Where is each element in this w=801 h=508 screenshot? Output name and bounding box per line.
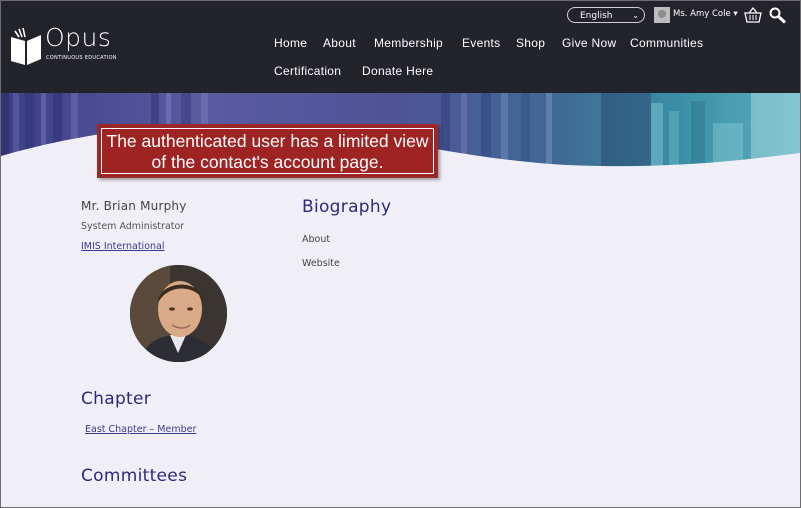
chapter-link[interactable]: East Chapter – Member	[85, 424, 196, 435]
annotation-callout: The authenticated user has a limited vie…	[97, 124, 438, 178]
site-header: Opus CONTINUOUS EDUCATION English ⌄ Ms. …	[1, 1, 800, 93]
chapter-heading: Chapter	[81, 389, 152, 409]
nav-certification[interactable]: Certification	[274, 64, 341, 78]
biography-heading: Biography	[302, 197, 392, 217]
contact-title: System Administrator	[81, 221, 185, 232]
user-menu[interactable]: Ms. Amy Cole ▾	[673, 9, 738, 19]
organization-link[interactable]: IMIS International	[81, 241, 164, 252]
profile-photo	[130, 265, 227, 362]
language-selected: English	[580, 11, 613, 21]
contact-name: Mr. Brian Murphy	[81, 199, 187, 213]
nav-communities[interactable]: Communities	[630, 36, 703, 50]
book-logo-icon	[11, 27, 41, 65]
nav-membership[interactable]: Membership	[374, 36, 443, 50]
user-avatar[interactable]	[654, 7, 670, 23]
nav-donate-here[interactable]: Donate Here	[362, 64, 433, 78]
nav-home[interactable]: Home	[274, 36, 307, 50]
logo-tagline: CONTINUOUS EDUCATION	[46, 55, 117, 61]
nav-about[interactable]: About	[323, 36, 356, 50]
opus-logo[interactable]: Opus CONTINUOUS EDUCATION	[9, 23, 119, 71]
account-page: Opus CONTINUOUS EDUCATION English ⌄ Ms. …	[0, 0, 801, 508]
chevron-down-icon: ⌄	[632, 11, 639, 20]
person-portrait-image	[130, 265, 227, 362]
basket-icon[interactable]	[744, 7, 762, 23]
nav-events[interactable]: Events	[462, 36, 501, 50]
callout-text: The authenticated user has a limited vie…	[101, 128, 434, 174]
search-icon[interactable]	[769, 7, 787, 24]
biography-website-label: Website	[302, 258, 340, 269]
committees-heading: Committees	[81, 466, 188, 486]
biography-about-label: About	[302, 234, 331, 245]
logo-wordmark: Opus	[45, 23, 112, 52]
language-select[interactable]: English ⌄	[567, 7, 645, 23]
nav-shop[interactable]: Shop	[516, 36, 545, 50]
nav-give-now[interactable]: Give Now	[562, 36, 616, 50]
